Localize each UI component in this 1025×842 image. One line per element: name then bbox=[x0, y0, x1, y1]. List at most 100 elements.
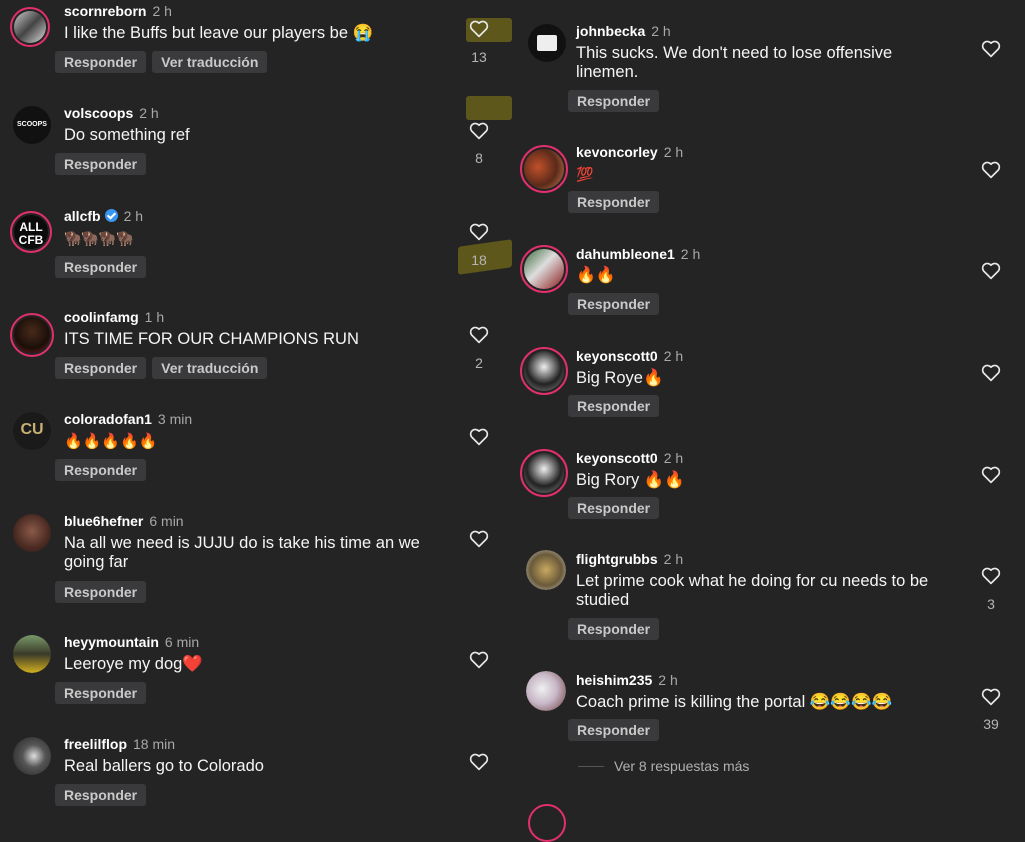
timestamp: 2 h bbox=[651, 23, 671, 39]
reply-button[interactable]: Responder bbox=[568, 90, 660, 112]
avatar[interactable] bbox=[520, 449, 568, 497]
username[interactable]: blue6hefner bbox=[64, 513, 143, 529]
heart-icon[interactable] bbox=[981, 466, 1001, 484]
highlight-mark bbox=[466, 96, 512, 120]
heart-icon[interactable] bbox=[469, 651, 489, 669]
reply-button[interactable]: Responder bbox=[568, 497, 660, 519]
username[interactable]: kevoncorley bbox=[576, 144, 658, 160]
heart-icon[interactable] bbox=[981, 40, 1001, 58]
username[interactable]: freelilflop bbox=[64, 736, 127, 752]
username[interactable]: heishim235 bbox=[576, 672, 652, 688]
heart-icon[interactable] bbox=[981, 262, 1001, 280]
heart-icon[interactable] bbox=[469, 428, 489, 446]
timestamp: 2 h bbox=[663, 450, 684, 466]
username[interactable]: coloradofan1 bbox=[64, 411, 152, 427]
heart-icon[interactable] bbox=[469, 20, 489, 38]
heart-icon[interactable] bbox=[981, 567, 1001, 585]
heart-icon[interactable] bbox=[469, 753, 489, 771]
translate-button[interactable]: Ver traducción bbox=[152, 357, 268, 379]
avatar[interactable] bbox=[526, 550, 566, 590]
comment-text: 💯 bbox=[576, 166, 594, 182]
reply-button[interactable]: Responder bbox=[568, 293, 660, 315]
timestamp: 6 min bbox=[149, 513, 184, 529]
avatar[interactable] bbox=[10, 7, 50, 47]
like-count: 2 bbox=[475, 355, 483, 371]
heart-icon[interactable] bbox=[981, 364, 1001, 382]
like-count: 39 bbox=[983, 716, 999, 732]
username[interactable]: keyonscott0 bbox=[576, 348, 658, 364]
comment-text: 🦬🦬🦬🦬 bbox=[64, 230, 134, 246]
reply-button[interactable]: Responder bbox=[55, 784, 147, 806]
username[interactable]: johnbecka bbox=[576, 23, 645, 39]
timestamp: 2 h bbox=[680, 246, 701, 262]
username[interactable]: scornreborn bbox=[64, 3, 146, 19]
timestamp: 18 min bbox=[133, 736, 176, 752]
heart-icon[interactable] bbox=[469, 223, 489, 241]
comment-text: 🔥🔥🔥🔥🔥 bbox=[64, 433, 158, 450]
timestamp: 1 h bbox=[144, 309, 165, 325]
reply-button[interactable]: Responder bbox=[55, 459, 147, 481]
timestamp: 2 h bbox=[663, 348, 684, 364]
username[interactable]: coolinfamg bbox=[64, 309, 139, 325]
comment-text: Big Rory 🔥🔥 bbox=[576, 471, 685, 489]
username[interactable]: flightgrubbs bbox=[576, 551, 658, 567]
avatar[interactable] bbox=[10, 313, 54, 357]
username[interactable]: dahumbleone1 bbox=[576, 246, 675, 262]
heart-icon[interactable] bbox=[981, 688, 1001, 706]
username[interactable]: volscoops bbox=[64, 105, 133, 121]
username[interactable]: allcfb bbox=[64, 208, 101, 224]
comment-text: Real ballers go to Colorado bbox=[64, 757, 264, 775]
heart-icon[interactable] bbox=[469, 326, 489, 344]
like-count: 8 bbox=[475, 150, 483, 166]
timestamp: 6 min bbox=[164, 634, 200, 650]
avatar[interactable]: CU bbox=[13, 412, 51, 450]
avatar[interactable] bbox=[13, 737, 51, 775]
timestamp: 2 h bbox=[663, 551, 684, 567]
avatar[interactable] bbox=[526, 671, 566, 711]
view-more-replies-link[interactable]: Ver 8 respuestas más bbox=[614, 758, 749, 774]
comment-text: Coach prime is killing the portal 😂😂😂😂 bbox=[576, 693, 893, 711]
reply-button[interactable]: Responder bbox=[568, 618, 660, 640]
like-count: 18 bbox=[471, 252, 487, 268]
avatar[interactable] bbox=[520, 245, 568, 293]
comment-text: Do something ref bbox=[64, 126, 190, 144]
timestamp: 2 h bbox=[139, 105, 159, 121]
reply-button[interactable]: Responder bbox=[55, 256, 147, 278]
reply-button[interactable]: Responder bbox=[55, 51, 147, 73]
timestamp: 2 h bbox=[123, 208, 144, 224]
reply-button[interactable]: Responder bbox=[55, 357, 147, 379]
reply-button[interactable]: Responder bbox=[568, 395, 660, 417]
avatar[interactable] bbox=[520, 145, 568, 193]
like-count: 3 bbox=[987, 596, 995, 612]
avatar[interactable] bbox=[520, 347, 568, 395]
heart-icon[interactable] bbox=[469, 530, 489, 548]
reply-button[interactable]: Responder bbox=[55, 153, 147, 175]
username[interactable]: heyymountain bbox=[64, 634, 159, 650]
avatar[interactable] bbox=[528, 24, 566, 62]
username[interactable]: keyonscott0 bbox=[576, 450, 658, 466]
avatar[interactable] bbox=[13, 514, 51, 552]
avatar[interactable]: ALL CFB bbox=[10, 211, 52, 253]
comment-text: This sucks. We don't need to lose offens… bbox=[576, 44, 893, 81]
comment-text: 🔥🔥 bbox=[576, 267, 616, 284]
comment-text: ITS TIME FOR OUR CHAMPIONS RUN bbox=[64, 330, 359, 348]
divider bbox=[578, 766, 604, 767]
avatar[interactable] bbox=[13, 635, 51, 673]
comment-text: Leeroye my dog❤️ bbox=[64, 655, 203, 673]
timestamp: 3 min bbox=[157, 411, 193, 427]
translate-button[interactable]: Ver traducción bbox=[152, 51, 268, 73]
reply-button[interactable]: Responder bbox=[568, 719, 660, 741]
comment-text: Let prime cook what he doing for cu need… bbox=[576, 572, 929, 609]
reply-button[interactable]: Responder bbox=[55, 682, 147, 704]
verified-icon bbox=[104, 209, 118, 222]
comment-text: I like the Buffs but leave our players b… bbox=[64, 24, 374, 42]
heart-icon[interactable] bbox=[469, 122, 489, 140]
reply-button[interactable]: Responder bbox=[568, 191, 660, 213]
reply-button[interactable]: Responder bbox=[55, 581, 147, 603]
avatar[interactable]: SCOOPS bbox=[13, 106, 51, 144]
heart-icon[interactable] bbox=[981, 161, 1001, 179]
timestamp: 2 h bbox=[663, 144, 684, 160]
timestamp: 2 h bbox=[152, 3, 172, 19]
comment-text: Na all we need is JUJU do is take his ti… bbox=[64, 534, 420, 571]
timestamp: 2 h bbox=[658, 672, 678, 688]
